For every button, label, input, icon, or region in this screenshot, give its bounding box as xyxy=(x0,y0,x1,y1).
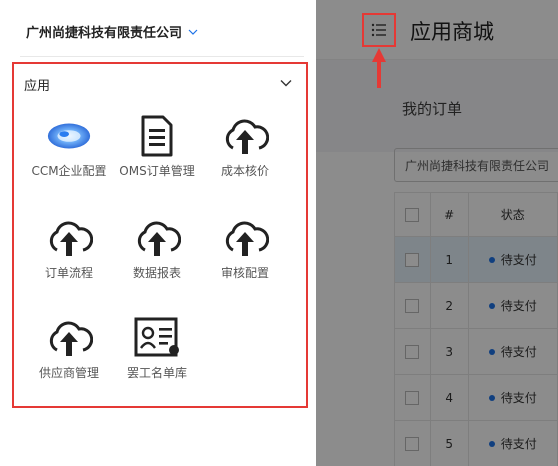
app-label: 供应商管理 xyxy=(38,366,99,380)
app-strike-list[interactable]: 罢工名单库 xyxy=(112,314,202,382)
app-review-config[interactable]: 审核配置 xyxy=(200,214,290,282)
id-card-icon xyxy=(133,314,181,362)
cloud-upload-icon xyxy=(45,214,93,262)
company-name: 广州尚捷科技有限责任公司 xyxy=(26,26,183,41)
menu-toggle-button[interactable] xyxy=(362,13,396,47)
app-ccm[interactable]: CCM企业配置 xyxy=(24,112,114,180)
orders-title: 我的订单 xyxy=(402,100,463,118)
document-icon xyxy=(133,112,181,160)
app-order-flow[interactable]: 订单流程 xyxy=(24,214,114,282)
app-label: 数据报表 xyxy=(132,266,181,280)
app-label: 审核配置 xyxy=(220,266,269,280)
apps-section-title: 应用 xyxy=(24,79,51,94)
cloud-upload-icon xyxy=(221,112,269,160)
app-label: 订单流程 xyxy=(44,266,93,280)
apps-panel: 应用 CCM企业配置 OMS订单管理 成本核价 订单流程 数据报表 审核配置 供… xyxy=(12,62,308,408)
app-cost-pricing[interactable]: 成本核价 xyxy=(200,112,290,180)
chevron-down-icon xyxy=(188,29,198,35)
cloud-upload-icon xyxy=(221,214,269,262)
app-data-reports[interactable]: 数据报表 xyxy=(112,214,202,282)
ccm-logo-icon xyxy=(45,112,93,160)
app-drawer: 广州尚捷科技有限责任公司 应用 CCM企业配置 OMS订单管理 成本核价 订单流… xyxy=(0,0,316,466)
app-label: 罢工名单库 xyxy=(126,366,187,380)
app-label: OMS订单管理 xyxy=(119,164,195,178)
cloud-upload-icon xyxy=(133,214,181,262)
app-supplier-management[interactable]: 供应商管理 xyxy=(24,314,114,382)
app-label: 成本核价 xyxy=(220,164,269,178)
pointer-arrow-icon xyxy=(372,48,386,88)
company-switcher[interactable]: 广州尚捷科技有限责任公司 xyxy=(26,22,198,41)
divider xyxy=(20,56,304,57)
cloud-upload-icon xyxy=(45,314,93,362)
app-label: CCM企业配置 xyxy=(31,164,107,178)
list-menu-icon xyxy=(371,23,386,37)
chevron-down-icon[interactable] xyxy=(280,77,292,89)
app-oms[interactable]: OMS订单管理 xyxy=(112,112,202,180)
